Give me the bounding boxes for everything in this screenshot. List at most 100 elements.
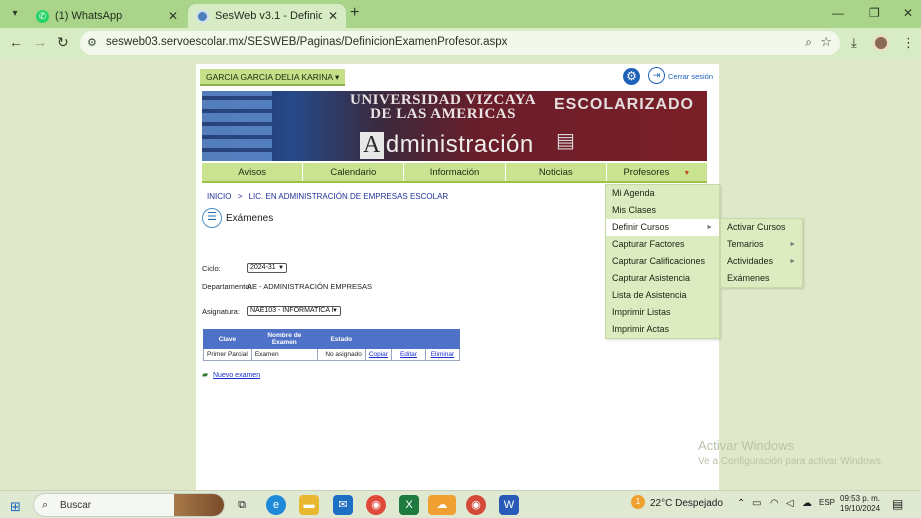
taskbar-search[interactable]: ⌕ Buscar	[33, 493, 225, 517]
tab-whatsapp[interactable]: ✆ (1) WhatsApp ✕	[28, 4, 186, 28]
menu-profesores[interactable]: Profesores ▼	[607, 163, 707, 181]
page-viewport: GARCIA GARCIA DELIA KARINA ▾ ⚙ ⇥ Cerrar …	[0, 58, 921, 490]
taskbar: ⊞ ⌕ Buscar ⧉ e ▬ ✉ ◉ X ☁ ◉ W 1 22°C Desp…	[0, 490, 921, 518]
menu-item-lista-asistencia[interactable]: Lista de Asistencia	[606, 287, 719, 304]
sesweb-favicon-icon	[196, 9, 209, 23]
chrome-profile-icon[interactable]: ◉	[466, 495, 486, 515]
menu-noticias[interactable]: Noticias	[506, 163, 607, 181]
breadcrumb-home[interactable]: INICIO	[207, 192, 231, 201]
exam-list-icon: ☰	[202, 208, 222, 228]
menu-item-imprimir-actas[interactable]: Imprimir Actas	[606, 321, 719, 338]
menu-item-actividades[interactable]: Actividades ►	[721, 253, 802, 270]
breadcrumb-current[interactable]: LIC. EN ADMINISTRACIÓN DE EMPRESAS ESCOL…	[249, 192, 449, 201]
close-icon[interactable]: ✕	[328, 9, 338, 23]
speaker-icon[interactable]: ◁	[786, 498, 794, 509]
close-icon[interactable]: ✕	[168, 9, 178, 23]
bookmark-star-icon[interactable]: ☆	[820, 34, 832, 50]
col-nombre: Nombre de Examen	[250, 329, 318, 349]
menu-informacion[interactable]: Información	[404, 163, 506, 181]
upload-app-icon[interactable]: ☁	[428, 495, 456, 515]
gear-icon[interactable]: ⚙	[623, 68, 640, 85]
banner-mosaic-image	[202, 91, 272, 161]
search-placeholder: Buscar	[60, 500, 92, 511]
user-menu-button[interactable]: GARCIA GARCIA DELIA KARINA ▾	[200, 69, 346, 86]
menu-item-examenes[interactable]: Exámenes	[721, 270, 802, 287]
section-title: Administración	[360, 131, 534, 159]
more-menu-icon[interactable]: ⋮	[902, 35, 915, 51]
col-edit	[390, 329, 426, 349]
url-bar[interactable]: ⚙ sesweb03.servoescolar.mx/SESWEB/Pagina…	[80, 31, 840, 55]
menu-item-mis-clases[interactable]: Mis Clases	[606, 202, 719, 219]
file-explorer-icon[interactable]: ▬	[299, 495, 319, 515]
tab-title: (1) WhatsApp	[55, 10, 123, 22]
weather-icon[interactable]: 1	[631, 495, 645, 509]
menu-item-capturar-calificaciones[interactable]: Capturar Calificaciones	[606, 253, 719, 270]
menu-item-capturar-asistencia[interactable]: Capturar Asistencia	[606, 270, 719, 287]
menu-item-temarios[interactable]: Temarios ►	[721, 236, 802, 253]
language-indicator[interactable]: ESP	[819, 498, 835, 507]
chevron-down-icon: ▾	[334, 72, 340, 82]
new-tab-icon[interactable]: +	[350, 4, 359, 22]
reload-icon[interactable]: ↻	[57, 34, 69, 51]
task-view-icon[interactable]: ⧉	[232, 495, 252, 515]
wifi-icon[interactable]: ◠	[770, 498, 779, 509]
minimize-icon[interactable]: —	[832, 6, 844, 20]
download-icon[interactable]: ⤓	[851, 35, 857, 51]
chevron-up-icon[interactable]: ⌃	[737, 498, 745, 509]
battery-icon[interactable]: ▭	[752, 498, 761, 509]
header-banner: UNIVERSIDAD VIZCAYA DE LAS AMERICAS ESCO…	[202, 91, 707, 161]
edge-icon[interactable]: e	[266, 495, 286, 515]
caret-down-icon: ▼	[683, 170, 691, 177]
excel-icon[interactable]: X	[399, 495, 419, 515]
chevron-right-icon: ►	[789, 241, 796, 248]
menu-item-activar-cursos[interactable]: Activar Cursos	[721, 219, 802, 236]
delete-link[interactable]: Eliminar	[431, 351, 454, 358]
menu-item-definir-cursos[interactable]: Definir Cursos ►	[606, 219, 719, 236]
cloud-icon[interactable]: ☁	[802, 498, 812, 509]
notification-icon[interactable]: ▤	[892, 497, 903, 511]
copy-link[interactable]: Copiar	[369, 351, 388, 358]
modality-label: ESCOLARIZADO	[554, 96, 694, 113]
add-exam-icon[interactable]: ▰	[202, 370, 208, 379]
menu-item-imprimir-listas[interactable]: Imprimir Listas	[606, 304, 719, 321]
menu-item-capturar-factores[interactable]: Capturar Factores	[606, 236, 719, 253]
page-title: Exámenes	[226, 213, 274, 224]
edit-link[interactable]: Editar	[400, 351, 417, 358]
system-clock[interactable]: 09:53 p. m. 19/10/2024	[840, 494, 880, 514]
menu-avisos[interactable]: Avisos	[202, 163, 304, 181]
ciclo-label: Ciclo:	[202, 264, 221, 273]
menu-calendario[interactable]: Calendario	[303, 163, 405, 181]
definir-cursos-submenu: Activar Cursos Temarios ► Actividades ► Ex…	[720, 218, 803, 288]
departamento-value: AE - ADMINISTRACIÓN EMPRESAS	[247, 282, 373, 291]
exam-table: Clave Nombre de Examen Estado Primer Par…	[203, 329, 460, 361]
browser-tab-strip: ▾ ✆ (1) WhatsApp ✕ SesWeb v3.1 - Definic…	[0, 0, 921, 28]
tab-search-chevron-icon[interactable]: ▾	[6, 5, 24, 23]
zoom-icon[interactable]: ⌕	[805, 35, 812, 50]
chevron-right-icon: ►	[789, 258, 796, 265]
menu-item-mi-agenda[interactable]: Mi Agenda	[606, 185, 719, 202]
address-toolbar: ← → ↻ ⚙ sesweb03.servoescolar.mx/SESWEB/…	[0, 28, 921, 58]
logout-icon[interactable]: ⇥	[648, 67, 665, 84]
profesores-dropdown: Mi Agenda Mis Clases Definir Cursos ► Cap…	[605, 184, 720, 339]
activation-watermark-text: Ve a Configuración para activar Windows.	[698, 456, 884, 467]
windows-start-icon[interactable]: ⊞	[10, 499, 21, 515]
ciclo-select[interactable]: 2024-31 ▼	[247, 263, 287, 273]
mail-icon[interactable]: ✉	[333, 495, 353, 515]
profile-avatar[interactable]	[873, 35, 889, 51]
university-name: UNIVERSIDAD VIZCAYA DE LAS AMERICAS	[350, 92, 537, 122]
new-exam-link[interactable]: Nuevo examen	[213, 372, 260, 379]
site-info-icon[interactable]: ⚙	[87, 36, 97, 49]
breadcrumb: INICIO > LIC. EN ADMINISTRACIÓN DE EMPRE…	[207, 192, 449, 201]
asignatura-select[interactable]: NAE103 - INFORMATICA I ▼	[247, 306, 341, 316]
back-icon[interactable]: ←	[9, 34, 23, 50]
forward-icon[interactable]: →	[33, 34, 47, 50]
word-icon[interactable]: W	[499, 495, 519, 515]
logout-link[interactable]: Cerrar sesión	[668, 72, 713, 81]
restore-icon[interactable]: ❐	[869, 6, 880, 20]
chrome-icon[interactable]: ◉	[366, 495, 386, 515]
tab-sesweb[interactable]: SesWeb v3.1 - Definición de Exa ✕	[188, 4, 346, 28]
main-menu: Avisos Calendario Información Noticias P…	[202, 163, 707, 183]
weather-text[interactable]: 22°C Despejado	[650, 498, 723, 509]
cell-clave: Primer Parcial	[203, 348, 252, 361]
close-window-icon[interactable]: ✕	[903, 6, 913, 20]
